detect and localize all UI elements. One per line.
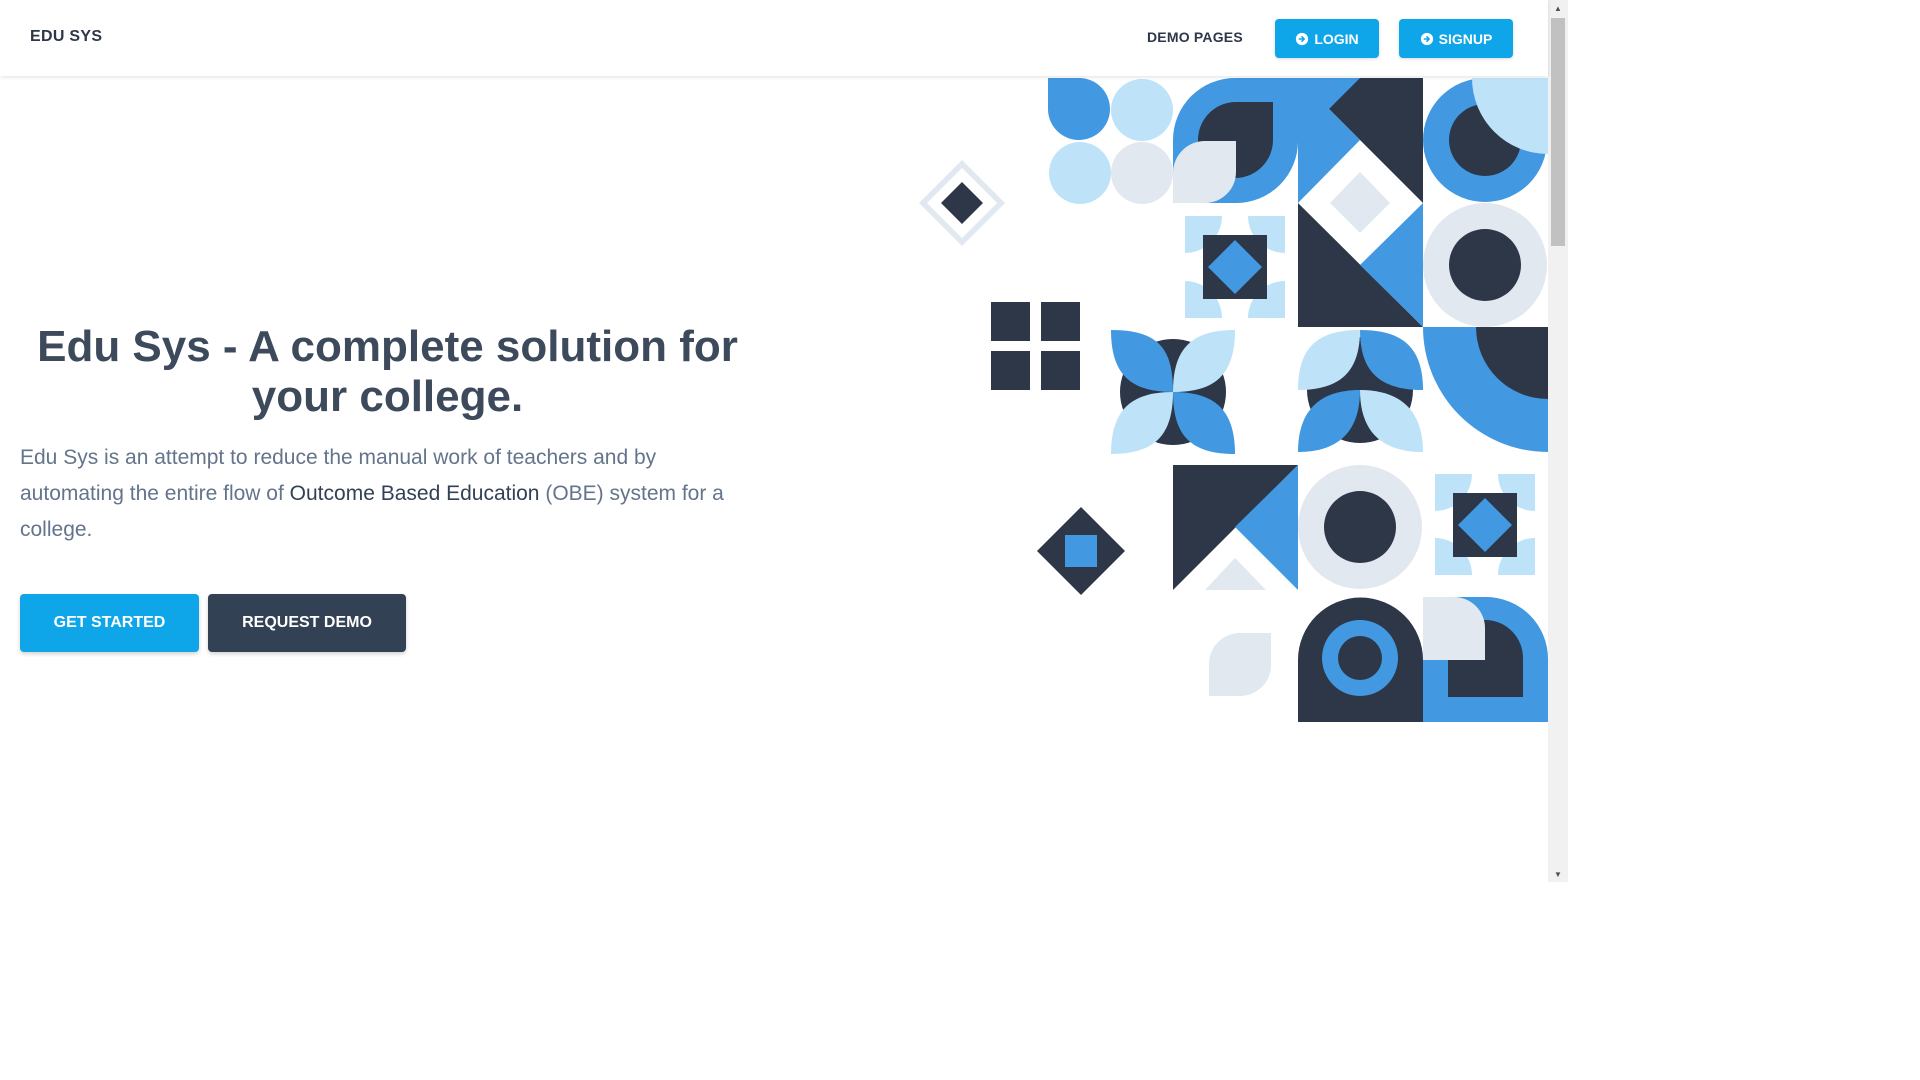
vertical-scrollbar[interactable]: ▲ ▼ [1548, 0, 1568, 882]
grey-leaf-shape [1209, 633, 1271, 696]
leaf-tile-shape-2 [1423, 597, 1548, 722]
hero-description: Edu Sys is an attempt to reduce the manu… [20, 440, 750, 548]
petal-tile-shape [1298, 330, 1423, 452]
scroll-thumb[interactable] [1551, 18, 1565, 246]
signup-button[interactable]: SIGNUP [1399, 19, 1513, 58]
ring-tile-shape [1423, 78, 1548, 202]
grey-ring-tile-shape-2 [1298, 465, 1422, 589]
triangle-tile-shape [1298, 78, 1423, 327]
hero-geometric-illustration [919, 78, 1548, 722]
brand-logo[interactable]: EDU SYS [30, 28, 102, 46]
scroll-up-arrow-icon[interactable]: ▲ [1548, 0, 1568, 16]
diamond-petal-tile-shape [1185, 216, 1285, 318]
hero-description-highlight: Outcome Based Education [289, 482, 540, 505]
request-demo-button[interactable]: REQUEST DEMO [208, 594, 406, 652]
diamond-outline-shape [919, 160, 1005, 246]
get-started-button[interactable]: GET STARTED [20, 594, 199, 652]
dark-ring-tile-shape [1298, 597, 1423, 722]
circle-cluster-shape [1048, 78, 1173, 204]
window-squares-shape [991, 302, 1080, 390]
grey-ring-tile-shape [1423, 203, 1547, 327]
scroll-down-arrow-icon[interactable]: ▼ [1548, 866, 1568, 882]
signup-label: SIGNUP [1438, 30, 1493, 47]
login-label: LOGIN [1314, 30, 1359, 47]
navbar: EDU SYS DEMO PAGES LOGIN SIGNUP [0, 0, 1548, 76]
hero-title: Edu Sys - A complete solution for your c… [37, 322, 738, 421]
leaf-tile-shape [1173, 78, 1298, 203]
diamond-petal-tile-shape-2 [1435, 474, 1535, 575]
diamond-square-shape [1037, 507, 1125, 595]
login-button[interactable]: LOGIN [1275, 19, 1379, 58]
triangle-corner-tile-shape [1173, 465, 1298, 590]
arrow-circle-right-icon [1420, 32, 1433, 45]
arrow-circle-right-icon [1296, 32, 1309, 45]
flower-tile-shape [1111, 330, 1235, 454]
demo-pages-link[interactable]: DEMO PAGES [1147, 29, 1243, 45]
page: EDU SYS DEMO PAGES LOGIN SIGNUP Edu Sys … [0, 0, 1568, 882]
